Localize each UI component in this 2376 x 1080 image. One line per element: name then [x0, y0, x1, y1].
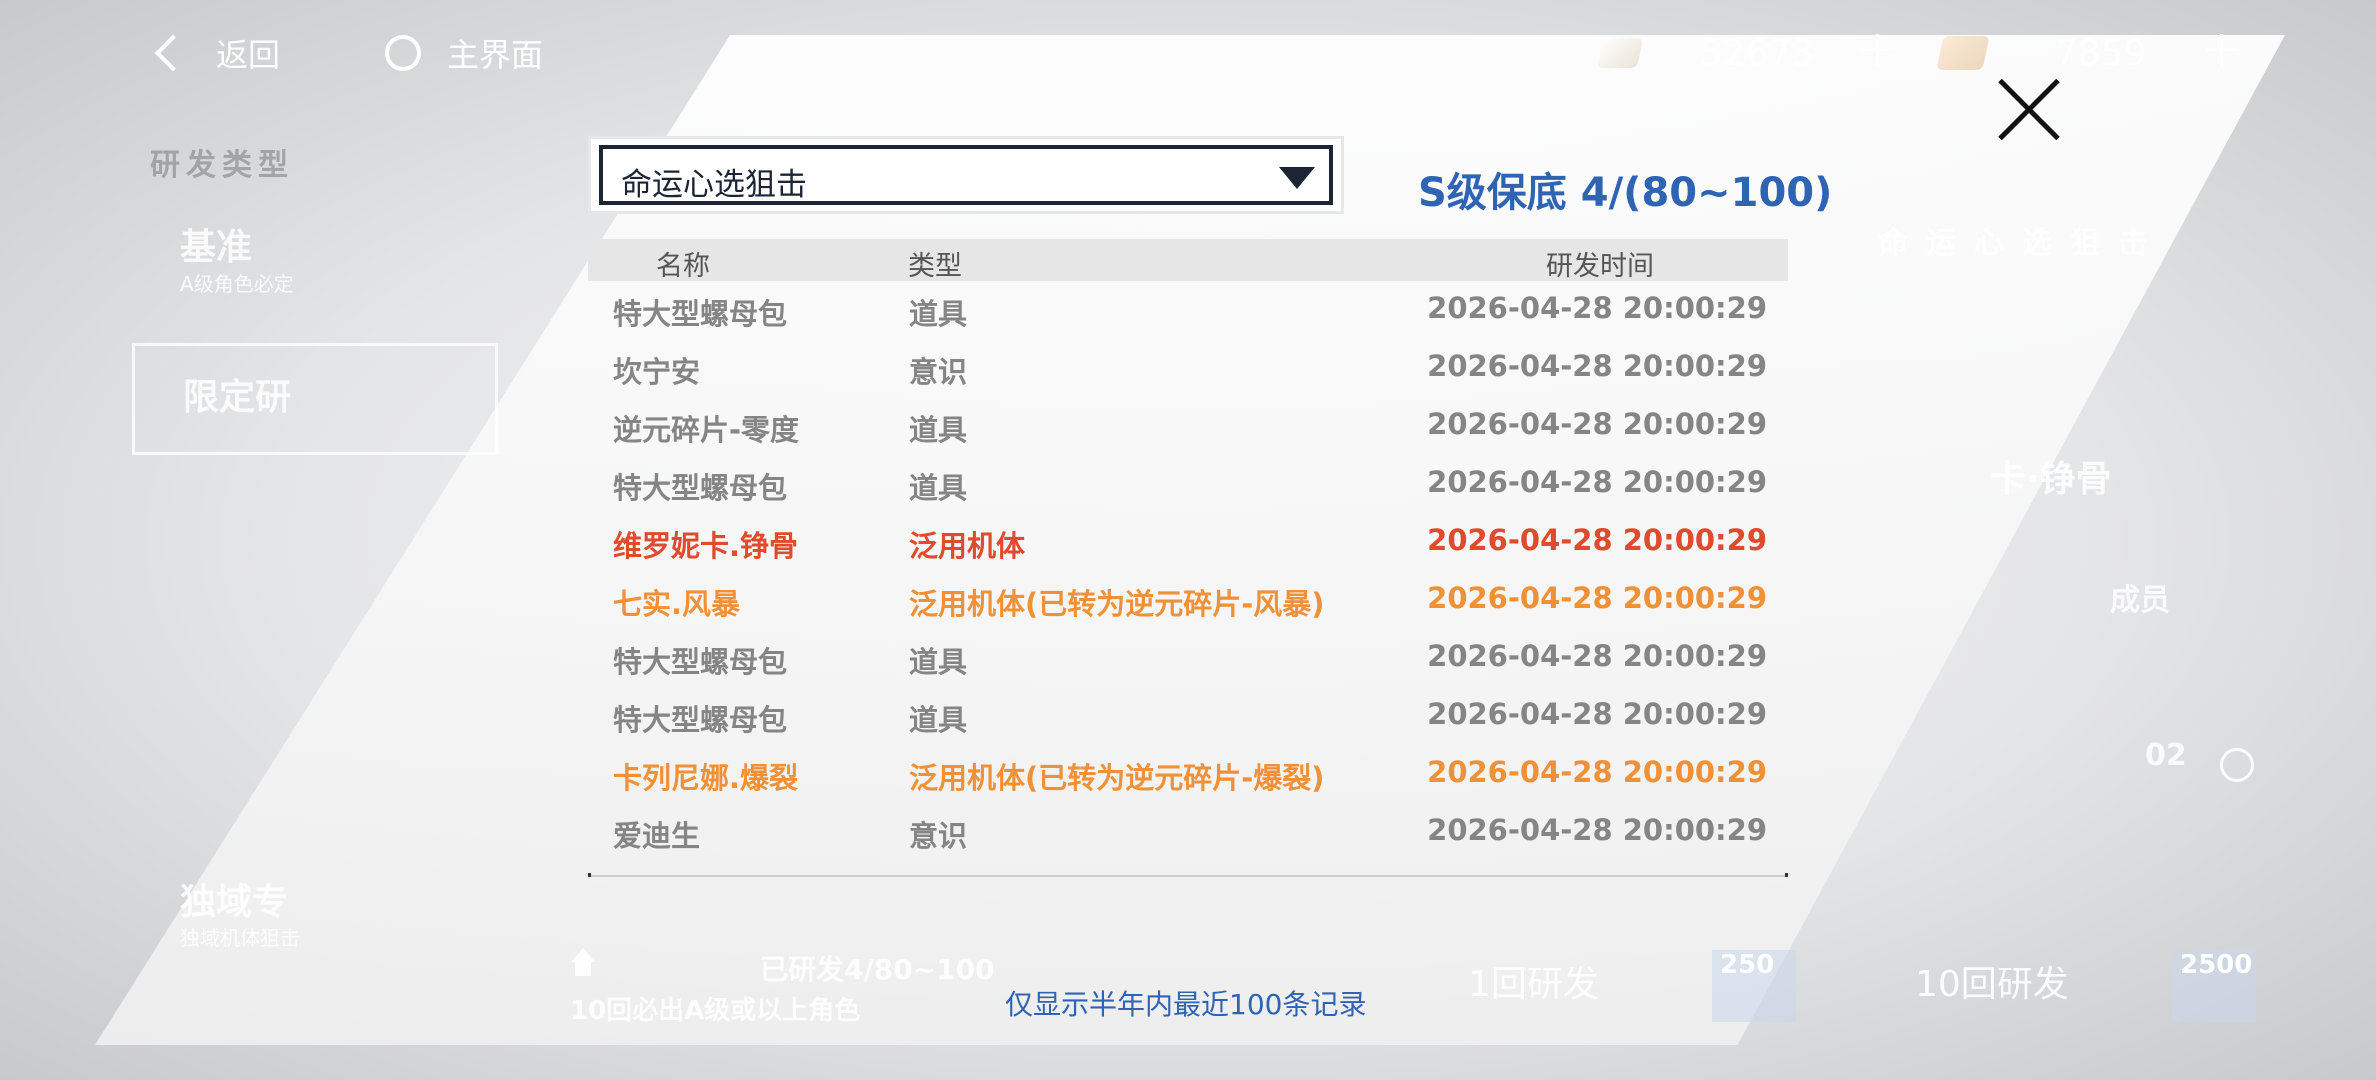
progress-text: 已研发4/80~100	[760, 953, 995, 986]
standard-banner-sub: A级角色必定	[180, 272, 294, 296]
table-body: 特大型螺母包 道具 2026-04-28 20:00:29 坎宁安 意识 2026-04-…	[588, 281, 1788, 861]
record-type: 意识	[909, 355, 968, 389]
table-row: 七实.风暴 泛用机体(已转为逆元碎片-风暴) 2026-04-28 20:00:29	[588, 571, 1788, 629]
pull-10-cost: 2500	[2172, 950, 2256, 1022]
chevron-down-icon	[1279, 167, 1315, 189]
limited-banner-label: 限定研	[183, 377, 292, 418]
clock-icon	[2220, 748, 2254, 782]
home-button[interactable]: 主界面	[385, 28, 543, 78]
pull-10-cost-value: 2500	[2180, 950, 2253, 980]
column-name: 名称	[656, 251, 710, 282]
column-type: 类型	[908, 251, 962, 282]
record-time: 2026-04-28 20:00:29	[1427, 349, 1767, 383]
record-time: 2026-04-28 20:00:29	[1427, 639, 1767, 673]
record-type: 泛用机体(已转为逆元碎片-爆裂)	[909, 761, 1325, 795]
table-row: 特大型螺母包 道具 2026-04-28 20:00:29	[588, 455, 1788, 513]
pull-10-button[interactable]: 10回研发	[1915, 955, 2069, 1007]
back-label: 返回	[216, 36, 281, 74]
pool-selector-frame: 命运心选狙击	[588, 136, 1344, 214]
featured-note: 成员	[2110, 583, 2170, 618]
table-row: 坎宁安 意识 2026-04-28 20:00:29	[588, 339, 1788, 397]
table-row: 逆元碎片-零度 道具 2026-04-28 20:00:29	[588, 397, 1788, 455]
guarantee-text: 10回必出A级或以上角色	[570, 996, 861, 1026]
ticket-currency-icon	[1936, 36, 1990, 70]
record-type: 意识	[909, 819, 968, 853]
table-row: 特大型螺母包 道具 2026-04-28 20:00:29	[588, 687, 1788, 745]
standard-banner-label[interactable]: 基准	[180, 218, 252, 270]
history-table: 名称 类型 研发时间 特大型螺母包 道具 2026-04-28 20:00:29 坎宁…	[588, 239, 1788, 861]
column-time: 研发时间	[1546, 251, 1654, 282]
record-name: 特大型螺母包	[613, 703, 788, 737]
chevron-left-icon	[154, 34, 192, 72]
category-title: 研发类型	[150, 148, 294, 183]
record-time: 2026-04-28 20:00:29	[1427, 523, 1767, 557]
pull-1-button[interactable]: 1回研发	[1468, 955, 1599, 1007]
home-marker-icon	[568, 948, 598, 978]
pool-select-value: 命运心选狙击	[621, 167, 807, 203]
footnote: 仅显示半年内最近100条记录	[1005, 988, 1367, 1021]
record-time: 2026-04-28 20:00:29	[1427, 697, 1767, 731]
domain-banner-label[interactable]: 独域专	[180, 873, 288, 925]
table-row: 卡列尼娜.爆裂 泛用机体(已转为逆元碎片-爆裂) 2026-04-28 20:00:…	[588, 745, 1788, 803]
domain-banner-sub: 独域机体狙击	[180, 926, 300, 950]
pity-counter: S级保底 4/(80~100)	[1418, 170, 1833, 216]
record-name: 七实.风暴	[613, 587, 741, 621]
record-name: 逆元碎片-零度	[613, 413, 800, 447]
record-time: 2026-04-28 20:00:29	[1427, 407, 1767, 441]
record-time: 2026-04-28 20:00:29	[1427, 755, 1767, 789]
record-name: 爱迪生	[613, 819, 701, 853]
home-circle-icon	[385, 35, 421, 71]
record-name: 维罗妮卡.铮骨	[613, 529, 799, 563]
record-name: 特大型螺母包	[613, 645, 788, 679]
pull-1-cost-value: 250	[1720, 950, 1775, 980]
featured-character-name: 卡·铮骨	[1990, 459, 2112, 500]
timer-text: 02	[2145, 738, 2187, 773]
banner-title: 命运心选狙击	[1878, 226, 2166, 261]
record-type: 道具	[909, 297, 968, 331]
record-name: 坎宁安	[613, 355, 701, 389]
record-type: 道具	[909, 703, 968, 737]
record-type: 道具	[909, 413, 968, 447]
record-time: 2026-04-28 20:00:29	[1427, 291, 1767, 325]
add-currency-1-button[interactable]	[1858, 30, 1898, 70]
record-name: 特大型螺母包	[613, 471, 788, 505]
table-bottom-divider	[588, 873, 1788, 877]
table-row: 特大型螺母包 道具 2026-04-28 20:00:29	[588, 629, 1788, 687]
record-time: 2026-04-28 20:00:29	[1427, 813, 1767, 847]
currency-2-amount: 7859	[2055, 32, 2147, 74]
currency-2	[1936, 25, 1990, 81]
home-label: 主界面	[447, 36, 544, 74]
currency-1-amount: 52673	[1700, 32, 1815, 74]
currency-1	[1596, 25, 1644, 81]
record-name: 特大型螺母包	[613, 297, 788, 331]
record-time: 2026-04-28 20:00:29	[1427, 465, 1767, 499]
record-type: 道具	[909, 471, 968, 505]
record-name: 卡列尼娜.爆裂	[613, 761, 799, 795]
record-time: 2026-04-28 20:00:29	[1427, 581, 1767, 615]
record-type: 泛用机体	[909, 529, 1026, 563]
close-icon[interactable]	[1994, 74, 2064, 144]
table-row: 维罗妮卡.铮骨 泛用机体 2026-04-28 20:00:29	[588, 513, 1788, 571]
pull-1-cost: 250	[1712, 950, 1796, 1022]
back-button[interactable]: 返回	[150, 28, 280, 78]
record-type: 道具	[909, 645, 968, 679]
table-row: 特大型螺母包 道具 2026-04-28 20:00:29	[588, 281, 1788, 339]
record-type: 泛用机体(已转为逆元碎片-风暴)	[909, 587, 1325, 621]
limited-banner-tab[interactable]: 限定研	[132, 343, 498, 455]
pen-currency-icon	[1596, 38, 1644, 68]
add-currency-2-button[interactable]	[2202, 30, 2242, 70]
table-row: 爱迪生 意识 2026-04-28 20:00:29	[588, 803, 1788, 861]
table-header: 名称 类型 研发时间	[588, 239, 1788, 282]
pool-select-dropdown[interactable]: 命运心选狙击	[599, 145, 1333, 205]
